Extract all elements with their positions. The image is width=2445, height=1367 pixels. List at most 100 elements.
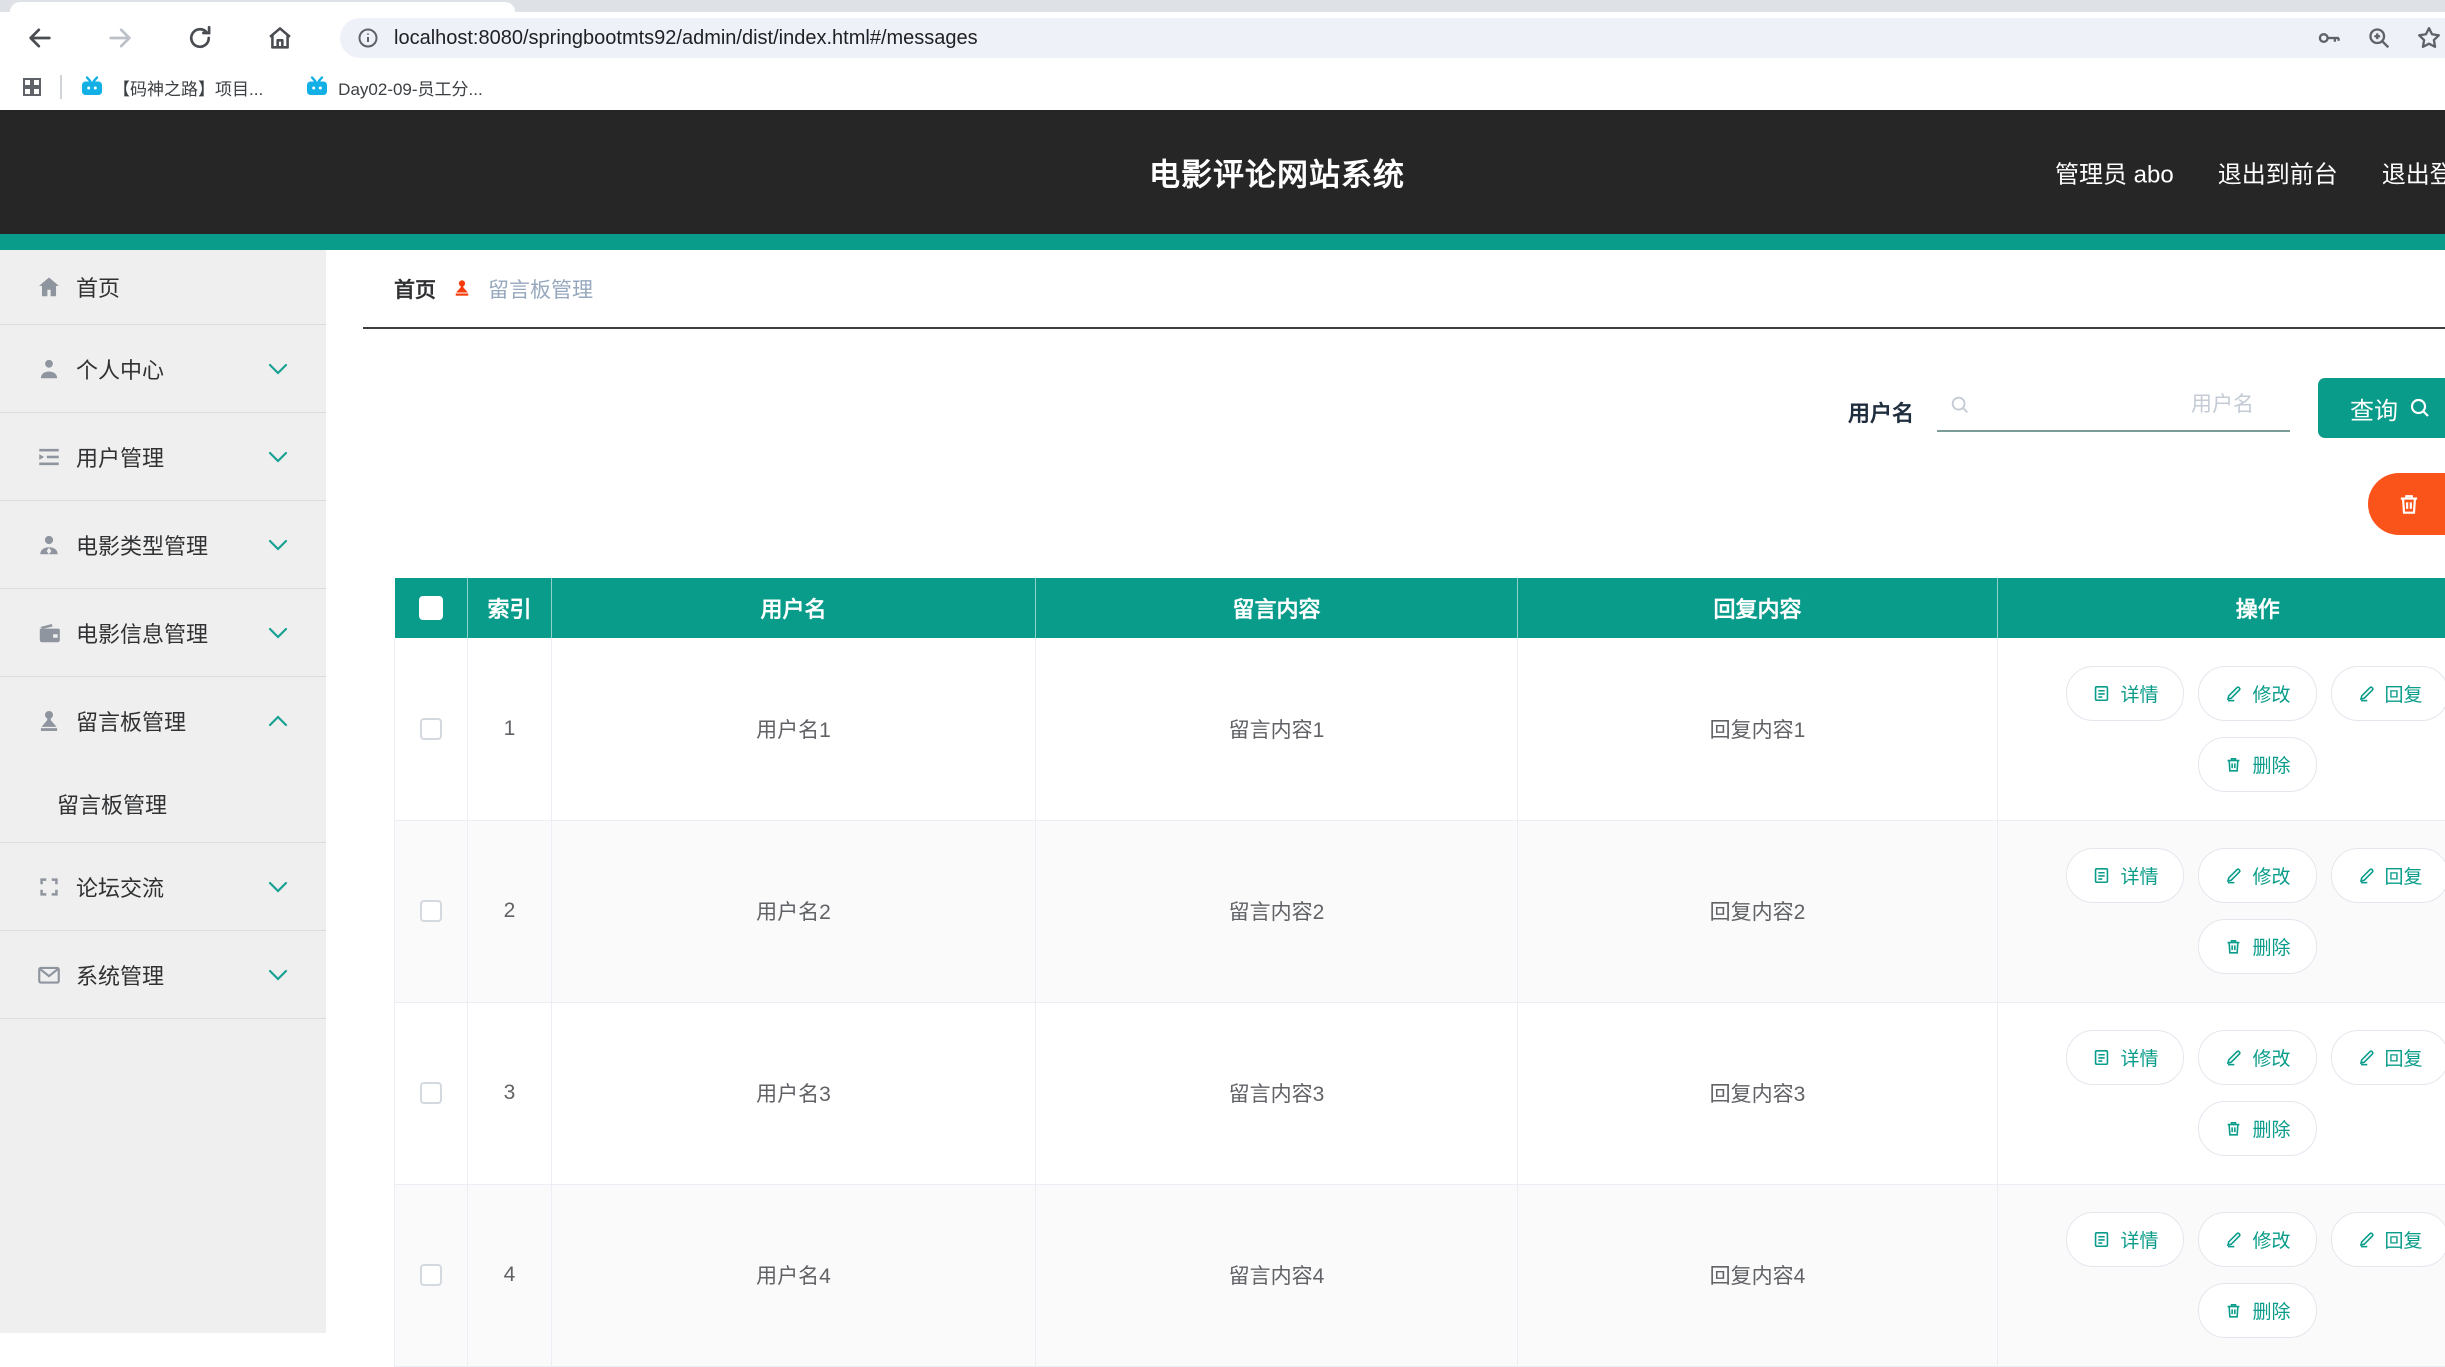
row-checkbox[interactable] bbox=[420, 1264, 442, 1286]
pen-icon bbox=[2357, 1048, 2376, 1067]
sidebar-item-label: 电影信息管理 bbox=[76, 617, 208, 649]
sidebar-item-label: 系统管理 bbox=[76, 959, 164, 991]
edit-button[interactable]: 修改 bbox=[2198, 1212, 2316, 1267]
sidebar-subitem-message-board-management[interactable]: 留言板管理 bbox=[0, 765, 326, 843]
sidebar-item-message-board-management[interactable]: 留言板管理 bbox=[0, 677, 326, 765]
sidebar-subitem-label: 留言板管理 bbox=[57, 788, 167, 820]
site-info-icon[interactable] bbox=[356, 26, 380, 50]
reply-button[interactable]: 回复 bbox=[2331, 1030, 2445, 1085]
row-checkbox[interactable] bbox=[420, 900, 442, 922]
header-link-admin[interactable]: 管理员 abo bbox=[2055, 155, 2174, 190]
row-checkbox[interactable] bbox=[420, 1082, 442, 1104]
trash-icon bbox=[2224, 755, 2243, 774]
detail-button[interactable]: 详情 bbox=[2066, 1030, 2184, 1085]
sidebar-item-label: 用户管理 bbox=[76, 441, 164, 473]
breadcrumb-home-link[interactable]: 首页 bbox=[394, 274, 436, 304]
cell-username: 用户名4 bbox=[552, 1184, 1036, 1366]
table-row: 1 用户名1 留言内容1 回复内容1 详情 修改 回复 删除 bbox=[395, 638, 2445, 820]
sidebar-item-personal-center[interactable]: 个人中心 bbox=[0, 325, 326, 413]
trash-icon bbox=[2224, 1301, 2243, 1320]
apps-grid-icon[interactable] bbox=[20, 75, 44, 99]
list-indent-icon bbox=[36, 444, 62, 470]
row-checkbox[interactable] bbox=[420, 718, 442, 740]
cell-index: 4 bbox=[468, 1184, 552, 1366]
edit-button[interactable]: 修改 bbox=[2198, 1030, 2316, 1085]
detail-button[interactable]: 详情 bbox=[2066, 848, 2184, 903]
cell-reply: 回复内容1 bbox=[1518, 638, 1998, 820]
breadcrumb: 首页 留言板管理 bbox=[326, 250, 593, 327]
query-button-label: 查询 bbox=[2350, 391, 2398, 426]
chevron-down-icon bbox=[268, 539, 288, 551]
stamp-icon bbox=[452, 278, 472, 300]
chevron-down-icon bbox=[268, 627, 288, 639]
batch-delete-button[interactable] bbox=[2368, 473, 2445, 535]
delete-button[interactable]: 删除 bbox=[2198, 737, 2316, 792]
delete-button[interactable]: 删除 bbox=[2198, 1101, 2316, 1156]
forward-icon[interactable] bbox=[106, 24, 134, 52]
bookmarks-bar: 【码神之路】项目... Day02-09-员工分... bbox=[0, 64, 2445, 110]
sidebar-item-forum-exchange[interactable]: 论坛交流 bbox=[0, 843, 326, 931]
sidebar-item-movie-type-management[interactable]: 电影类型管理 bbox=[0, 501, 326, 589]
pen-icon bbox=[2357, 1230, 2376, 1249]
bookmark-item[interactable]: 【码神之路】项目... bbox=[80, 75, 263, 100]
detail-button[interactable]: 详情 bbox=[2066, 666, 2184, 721]
document-icon bbox=[2092, 866, 2111, 885]
home-icon bbox=[36, 274, 62, 300]
sidebar-item-label: 个人中心 bbox=[76, 353, 164, 385]
sidebar-item-home[interactable]: 首页 bbox=[0, 250, 326, 325]
header-link-logout[interactable]: 退出登录 bbox=[2382, 155, 2445, 190]
document-icon bbox=[2092, 684, 2111, 703]
sidebar-item-user-management[interactable]: 用户管理 bbox=[0, 413, 326, 501]
reload-icon[interactable] bbox=[186, 24, 214, 52]
zoom-in-icon[interactable] bbox=[2365, 24, 2393, 52]
cell-message: 留言内容2 bbox=[1036, 820, 1518, 1002]
pen-icon bbox=[2224, 866, 2243, 885]
stamp-icon bbox=[36, 708, 62, 734]
edit-button[interactable]: 修改 bbox=[2198, 666, 2316, 721]
cell-index: 2 bbox=[468, 820, 552, 1002]
chevron-down-icon bbox=[268, 969, 288, 981]
reply-button[interactable]: 回复 bbox=[2331, 666, 2445, 721]
password-key-icon[interactable] bbox=[2315, 24, 2343, 52]
trash-icon bbox=[2224, 1119, 2243, 1138]
sidebar: 首页 个人中心 用户管理 电影类型管理 电影信息管理 bbox=[0, 250, 326, 1333]
search-input[interactable] bbox=[1971, 380, 2290, 430]
breadcrumb-current: 留言板管理 bbox=[488, 274, 593, 304]
reply-button[interactable]: 回复 bbox=[2331, 1212, 2445, 1267]
bookmark-star-icon[interactable] bbox=[2415, 24, 2443, 52]
detail-button[interactable]: 详情 bbox=[2066, 1212, 2184, 1267]
pen-icon bbox=[2224, 684, 2243, 703]
messages-table: 索引 用户名 留言内容 回复内容 操作 1 用户名1 留言内容1 回复内容1 bbox=[394, 578, 2445, 1367]
browser-active-tab[interactable] bbox=[10, 2, 515, 12]
sidebar-item-system-management[interactable]: 系统管理 bbox=[0, 931, 326, 1019]
pen-icon bbox=[2224, 1230, 2243, 1249]
back-icon[interactable] bbox=[26, 24, 54, 52]
sidebar-item-label: 首页 bbox=[76, 271, 120, 303]
url-text[interactable]: localhost:8080/springbootmts92/admin/dis… bbox=[394, 27, 978, 50]
column-header-index: 索引 bbox=[468, 578, 552, 638]
edit-button[interactable]: 修改 bbox=[2198, 848, 2316, 903]
chevron-up-icon bbox=[268, 715, 288, 727]
query-button[interactable]: 查询 bbox=[2318, 378, 2445, 438]
column-header-reply: 回复内容 bbox=[1518, 578, 1998, 638]
table-row: 3 用户名3 留言内容3 回复内容3 详情 修改 回复 删除 bbox=[395, 1002, 2445, 1184]
cell-index: 1 bbox=[468, 638, 552, 820]
crop-icon bbox=[36, 874, 62, 900]
delete-button[interactable]: 删除 bbox=[2198, 919, 2316, 974]
column-header-username: 用户名 bbox=[552, 578, 1036, 638]
delete-button[interactable]: 删除 bbox=[2198, 1283, 2316, 1338]
pen-icon bbox=[2357, 684, 2376, 703]
bookmark-item[interactable]: Day02-09-员工分... bbox=[305, 75, 483, 100]
cell-reply: 回复内容3 bbox=[1518, 1002, 1998, 1184]
search-input-wrap bbox=[1937, 380, 2290, 432]
trash-icon bbox=[2396, 491, 2422, 517]
header-link-exit-to-front[interactable]: 退出到前台 bbox=[2218, 155, 2338, 190]
reply-button[interactable]: 回复 bbox=[2331, 848, 2445, 903]
trash-icon bbox=[2224, 937, 2243, 956]
url-bar[interactable]: localhost:8080/springbootmts92/admin/dis… bbox=[340, 18, 2445, 58]
sidebar-item-movie-info-management[interactable]: 电影信息管理 bbox=[0, 589, 326, 677]
select-all-checkbox[interactable] bbox=[419, 596, 443, 620]
main-content: 首页 留言板管理 用户名 查询 索引 用户名 留言内 bbox=[326, 250, 2445, 1333]
bookmarks-separator bbox=[60, 75, 62, 99]
home-nav-icon[interactable] bbox=[266, 24, 294, 52]
